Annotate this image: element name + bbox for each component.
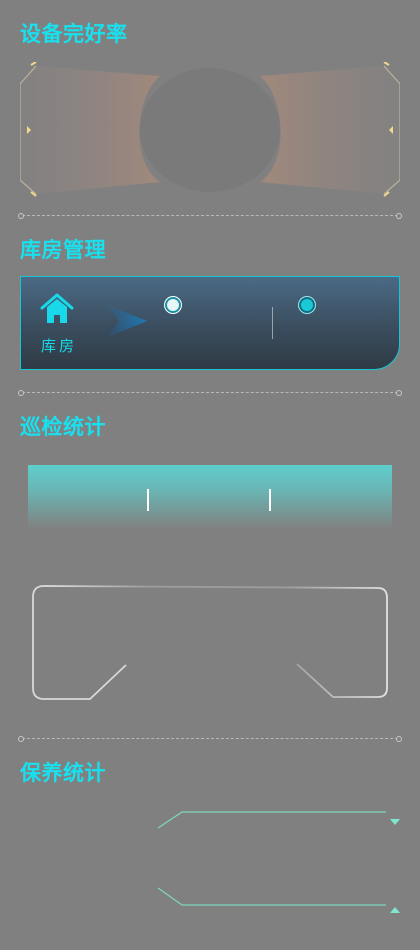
warehouse-separator [272, 307, 273, 339]
play-arrow-icon [107, 303, 151, 343]
warehouse-title: 库房管理 [20, 238, 106, 262]
status-dot-white [165, 297, 181, 313]
triangle-down-icon[interactable] [389, 811, 401, 830]
equipment-rate-title: 设备完好率 [20, 22, 128, 46]
equipment-rate-gauge [19, 61, 401, 197]
inspection-summary-bar [28, 465, 392, 529]
section-divider [18, 736, 402, 742]
inspection-title: 巡检统计 [20, 415, 106, 439]
inspection-separator [269, 489, 271, 511]
triangle-up-icon[interactable] [389, 899, 401, 918]
dashboard-panel: 设备完好率 库房管理 库房 巡检统计 保养统计 [0, 0, 420, 950]
section-divider [18, 213, 402, 219]
inspection-separator [147, 489, 149, 511]
status-dot-cyan [299, 297, 315, 313]
warehouse-card[interactable]: 库房 [20, 276, 400, 370]
home-icon [39, 293, 75, 325]
maintenance-lines [150, 800, 410, 915]
warehouse-label: 库房 [41, 337, 78, 355]
maintenance-title: 保养统计 [20, 761, 106, 785]
section-divider [18, 390, 402, 396]
inspection-chart-frame [30, 584, 392, 704]
